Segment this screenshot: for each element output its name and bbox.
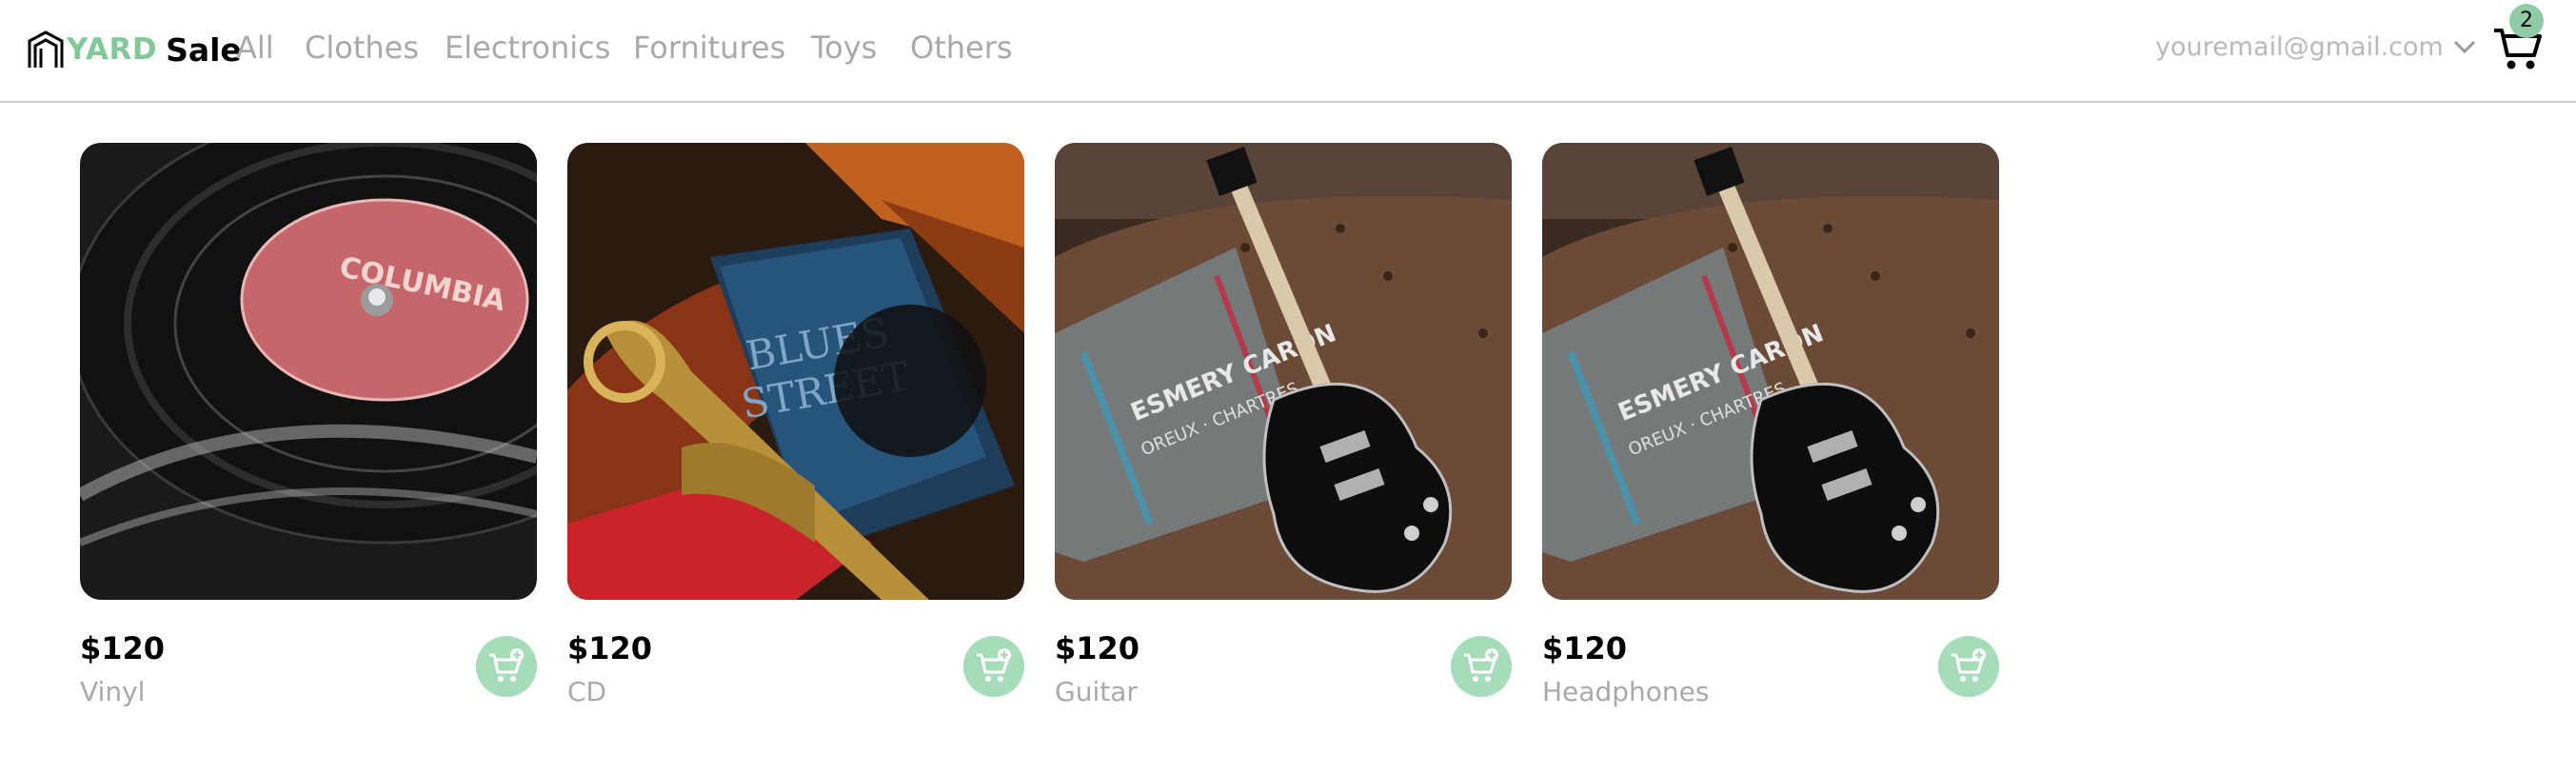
brand-name-sale: Sale [166, 30, 242, 69]
add-to-cart-icon [1464, 648, 1498, 682]
add-to-cart-button[interactable] [1451, 636, 1512, 697]
top-navbar: YARD Sale All Clothes Electronics Fornit… [0, 0, 2576, 103]
electric-guitar-image: ESMERY CARON OREUX · CHARTRES [1055, 143, 1512, 600]
product-name: CD [567, 676, 607, 707]
cart-count-badge: 2 [2509, 4, 2544, 38]
house-logo-icon [28, 30, 64, 68]
product-price: $120 [1542, 630, 1628, 666]
trumpet-cd-image: BLUES STREET [567, 143, 1024, 600]
brand-name-yard: YARD [67, 32, 158, 67]
user-email[interactable]: youremail@gmail.com [2155, 29, 2444, 67]
product-price: $120 [1055, 630, 1140, 666]
add-to-cart-icon [489, 648, 524, 682]
add-to-cart-button[interactable] [476, 636, 537, 697]
product-price: $120 [80, 630, 166, 666]
add-to-cart-button[interactable] [963, 636, 1024, 697]
product-name: Vinyl [80, 676, 146, 707]
add-to-cart-button[interactable] [1938, 636, 1999, 697]
product-image-headphones[interactable]: ESMERY CARON OREUX · CHARTRES [1542, 143, 1999, 600]
nav-toys[interactable]: Toys [811, 25, 877, 70]
product-image-guitar[interactable]: ESMERY CARON OREUX · CHARTRES [1055, 143, 1512, 600]
nav-others[interactable]: Others [910, 25, 1013, 70]
product-name: Headphones [1542, 676, 1710, 707]
nav-electronics[interactable]: Electronics [445, 25, 610, 70]
add-to-cart-icon [977, 648, 1011, 682]
product-image-vinyl[interactable]: COLUMBIA [80, 143, 537, 600]
brand-logo[interactable]: YARD Sale [27, 21, 242, 78]
vinyl-record-image: COLUMBIA [80, 143, 537, 600]
nav-clothes[interactable]: Clothes [305, 25, 419, 70]
product-image-cd[interactable]: BLUES STREET [567, 143, 1024, 600]
electric-guitar-image: ESMERY CARON OREUX · CHARTRES [1542, 143, 1999, 600]
product-name: Guitar [1055, 676, 1138, 707]
nav-fornitures[interactable]: Fornitures [633, 25, 785, 70]
nav-all[interactable]: All [236, 25, 274, 70]
add-to-cart-icon [1952, 648, 1986, 682]
product-price: $120 [567, 630, 653, 666]
chevron-down-icon[interactable] [2450, 32, 2479, 61]
